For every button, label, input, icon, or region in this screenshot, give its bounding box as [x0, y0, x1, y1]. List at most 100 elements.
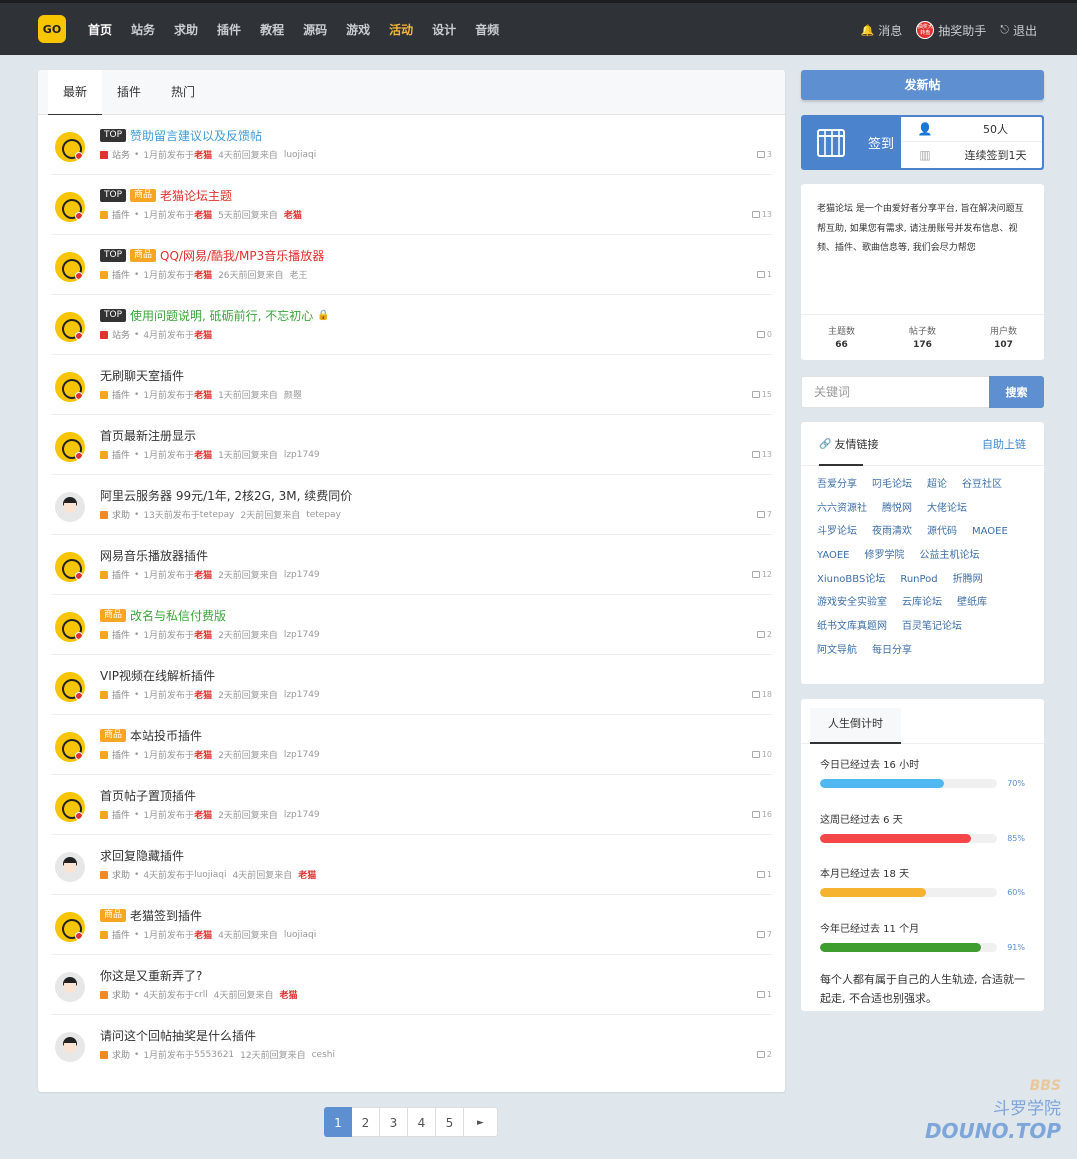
thread-title-link[interactable]: QQ/网易/酷我/MP3音乐播放器 — [160, 247, 324, 264]
forum-link[interactable]: 求助 — [112, 868, 130, 881]
friend-link[interactable]: 折腾网 — [953, 572, 983, 596]
avatar[interactable] — [55, 132, 85, 162]
replier-link[interactable]: lzp1749 — [284, 630, 320, 640]
replier-link[interactable]: 老猫 — [279, 988, 297, 1001]
poster-link[interactable]: tetepay — [200, 510, 235, 520]
thread-row[interactable]: 商品 改名与私信付费版 插件 • 1月前发布于 老猫 2天前回复来自 lzp1749 2 — [51, 595, 772, 655]
replier-link[interactable]: lzp1749 — [284, 570, 320, 580]
poster-link[interactable]: 5553621 — [194, 1050, 234, 1060]
thread-title-link[interactable]: 老猫论坛主题 — [160, 187, 232, 204]
friend-link[interactable]: YAOEE — [817, 548, 850, 572]
replier-link[interactable]: lzp1749 — [284, 750, 320, 760]
replier-link[interactable]: 老猫 — [284, 208, 302, 221]
poster-link[interactable]: 老猫 — [194, 688, 212, 701]
avatar[interactable] — [55, 612, 85, 642]
thread-row[interactable]: 阿里云服务器 99元/1年, 2核2G, 3M, 续费同价 求助 • 13天前发布于 … — [51, 475, 772, 535]
friend-link[interactable]: 谷豆社区 — [962, 477, 1002, 501]
thread-row[interactable]: 无刷聊天室插件 插件 • 1月前发布于 老猫 1天前回复来自 颜瞾 15 — [51, 355, 772, 415]
poster-link[interactable]: 老猫 — [194, 268, 212, 281]
thread-row[interactable]: VIP视频在线解析插件 插件 • 1月前发布于 老猫 2天前回复来自 lzp1749 18 — [51, 655, 772, 715]
friend-link[interactable]: 大佬论坛 — [927, 501, 967, 525]
lottery-link[interactable]: 抽奖大转盘 抽奖助手 — [916, 21, 986, 39]
thread-row[interactable]: TOP 使用问题说明, 砥砺前行, 不忘初心 🔒 站务 • 4月前发布于 老猫 0 — [51, 295, 772, 355]
friend-link[interactable]: 云库论坛 — [902, 595, 942, 619]
avatar[interactable] — [55, 792, 85, 822]
tab-hot[interactable]: 热门 — [156, 70, 210, 114]
poster-link[interactable]: 老猫 — [194, 568, 212, 581]
thread-title-link[interactable]: 赞助留言建议以及反馈帖 — [130, 127, 262, 144]
poster-link[interactable]: 老猫 — [194, 388, 212, 401]
forum-link[interactable]: 插件 — [112, 448, 130, 461]
thread-title-link[interactable]: 本站投币插件 — [130, 727, 202, 744]
thread-title-link[interactable]: 改名与私信付费版 — [130, 607, 226, 624]
avatar[interactable] — [55, 312, 85, 342]
search-input[interactable] — [801, 376, 989, 408]
signin-button[interactable]: 签到 — [801, 117, 901, 168]
poster-link[interactable]: 老猫 — [194, 148, 212, 161]
messages-link[interactable]: 🔔 消息 — [861, 22, 903, 39]
replier-link[interactable]: lzp1749 — [284, 690, 320, 700]
search-button[interactable]: 搜索 — [989, 376, 1044, 408]
page-3-button[interactable]: 3 — [380, 1107, 408, 1137]
nav-item-help[interactable]: 求助 — [174, 21, 198, 38]
nav-item-events[interactable]: 活动 — [389, 21, 413, 38]
forum-link[interactable]: 插件 — [112, 928, 130, 941]
poster-link[interactable]: 老猫 — [194, 748, 212, 761]
site-logo[interactable]: GO — [38, 15, 66, 43]
thread-title-link[interactable]: 求回复隐藏插件 — [100, 847, 184, 864]
thread-title-link[interactable]: 请问这个回帖抽奖是什么插件 — [100, 1027, 256, 1044]
replier-link[interactable]: tetepay — [306, 510, 341, 520]
thread-row[interactable]: 首页最新注册显示 插件 • 1月前发布于 老猫 1天前回复来自 lzp1749 13 — [51, 415, 772, 475]
avatar[interactable] — [55, 672, 85, 702]
replier-link[interactable]: luojiaqi — [284, 930, 316, 940]
forum-link[interactable]: 插件 — [112, 628, 130, 641]
forum-link[interactable]: 插件 — [112, 208, 130, 221]
thread-title-link[interactable]: 你这是又重新弄了? — [100, 967, 202, 984]
forum-link[interactable]: 站务 — [112, 328, 130, 341]
replier-link[interactable]: 老王 — [290, 268, 308, 281]
thread-row[interactable]: 网易音乐播放器插件 插件 • 1月前发布于 老猫 2天前回复来自 lzp1749 12 — [51, 535, 772, 595]
replier-link[interactable]: 颜瞾 — [284, 388, 302, 401]
friend-link[interactable]: 百灵笔记论坛 — [902, 619, 962, 643]
poster-link[interactable]: crll — [194, 990, 208, 1000]
nav-item-plugins[interactable]: 插件 — [217, 21, 241, 38]
poster-link[interactable]: 老猫 — [194, 628, 212, 641]
thread-row[interactable]: 请问这个回帖抽奖是什么插件 求助 • 1月前发布于 5553621 12天前回复来自 ce… — [51, 1015, 772, 1075]
friend-link[interactable]: 纸书文库真题网 — [817, 619, 887, 643]
friend-link[interactable]: 游戏安全实验室 — [817, 595, 887, 619]
life-countdown-tab[interactable]: 人生倒计时 — [810, 708, 901, 744]
thread-row[interactable]: 求回复隐藏插件 求助 • 4天前发布于 luojiaqi 4天前回复来自 老猫 1 — [51, 835, 772, 895]
forum-link[interactable]: 求助 — [112, 988, 130, 1001]
nav-item-design[interactable]: 设计 — [432, 21, 456, 38]
page-4-button[interactable]: 4 — [408, 1107, 436, 1137]
replier-link[interactable]: ceshi — [312, 1050, 335, 1060]
thread-row[interactable]: TOP 赞助留言建议以及反馈帖 站务 • 1月前发布于 老猫 4天前回复来自 luojiaq… — [51, 115, 772, 175]
forum-link[interactable]: 插件 — [112, 388, 130, 401]
friend-link[interactable]: RunPod — [900, 572, 937, 596]
nav-item-audio[interactable]: 音频 — [475, 21, 499, 38]
friend-link[interactable]: 腾悦网 — [882, 501, 912, 525]
thread-row[interactable]: 你这是又重新弄了? 求助 • 4天前发布于 crll 4天前回复来自 老猫 1 — [51, 955, 772, 1015]
logout-link[interactable]: ⎋ 退出 — [1000, 22, 1037, 39]
tab-latest[interactable]: 最新 — [48, 70, 103, 115]
avatar[interactable] — [55, 552, 85, 582]
avatar[interactable] — [55, 432, 85, 462]
replier-link[interactable]: 老猫 — [298, 868, 316, 881]
thread-row[interactable]: TOP 商品 老猫论坛主题 插件 • 1月前发布于 老猫 5天前回复来自 老猫 13 — [51, 175, 772, 235]
thread-title-link[interactable]: 网易音乐播放器插件 — [100, 547, 208, 564]
avatar[interactable] — [55, 1032, 85, 1062]
thread-row[interactable]: 首页帖子置顶插件 插件 • 1月前发布于 老猫 2天前回复来自 lzp1749 16 — [51, 775, 772, 835]
nav-item-source[interactable]: 源码 — [303, 21, 327, 38]
thread-row[interactable]: TOP 商品 QQ/网易/酷我/MP3音乐播放器 插件 • 1月前发布于 老猫 26天前回复… — [51, 235, 772, 295]
avatar[interactable] — [55, 972, 85, 1002]
friend-link[interactable]: 夜雨清欢 — [872, 524, 912, 548]
forum-link[interactable]: 站务 — [112, 148, 130, 161]
forum-link[interactable]: 插件 — [112, 568, 130, 581]
tab-plugins[interactable]: 插件 — [102, 70, 156, 114]
apply-link-button[interactable]: 自助上链 — [982, 436, 1026, 452]
replier-link[interactable]: luojiaqi — [284, 150, 316, 160]
friend-link[interactable]: 斗罗论坛 — [817, 524, 857, 548]
thread-title-link[interactable]: 老猫签到插件 — [130, 907, 202, 924]
thread-title-link[interactable]: VIP视频在线解析插件 — [100, 667, 215, 684]
poster-link[interactable]: 老猫 — [194, 808, 212, 821]
